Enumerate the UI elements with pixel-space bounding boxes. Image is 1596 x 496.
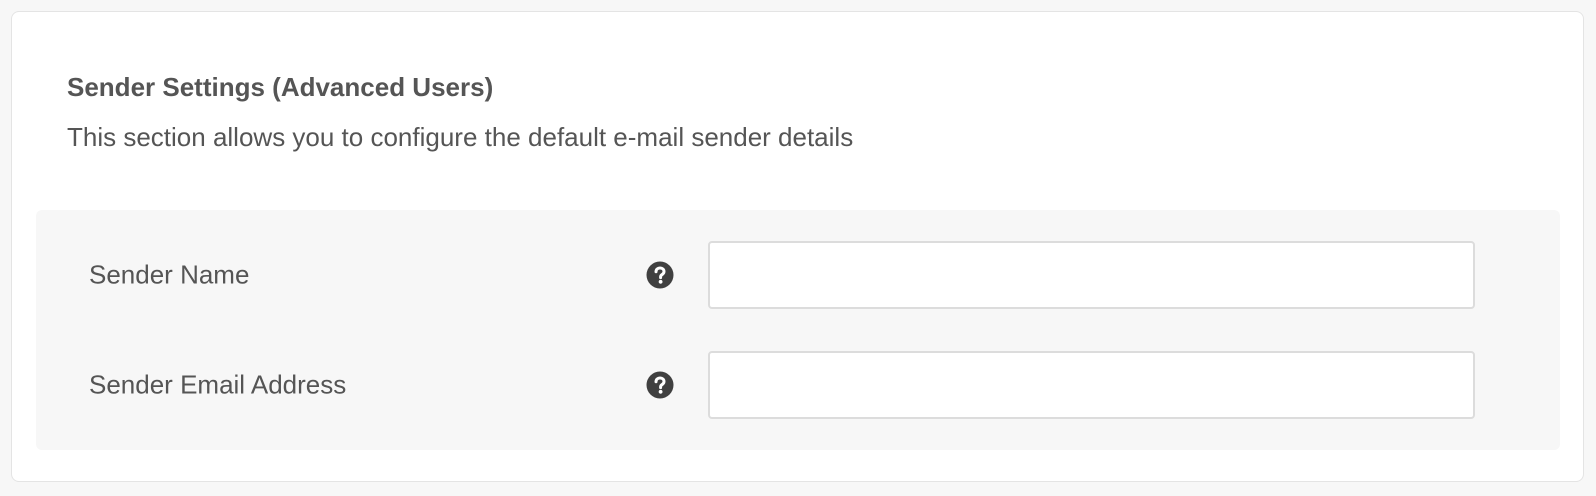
section-description: This section allows you to configure the… (67, 122, 854, 152)
sender-email-label: Sender Email Address (89, 369, 347, 400)
sender-fields-group: Sender Name Sender Email Address (36, 210, 1560, 450)
sender-email-input[interactable] (708, 351, 1475, 419)
sender-name-row: Sender Name (36, 241, 1560, 309)
sender-name-input[interactable] (708, 241, 1475, 309)
question-circle-icon[interactable] (646, 371, 674, 399)
sender-name-label: Sender Name (89, 259, 250, 290)
sender-email-row: Sender Email Address (36, 351, 1560, 419)
question-circle-icon[interactable] (646, 261, 674, 289)
section-title: Sender Settings (Advanced Users) (67, 72, 494, 102)
sender-settings-panel: Sender Settings (Advanced Users) This se… (11, 11, 1584, 482)
